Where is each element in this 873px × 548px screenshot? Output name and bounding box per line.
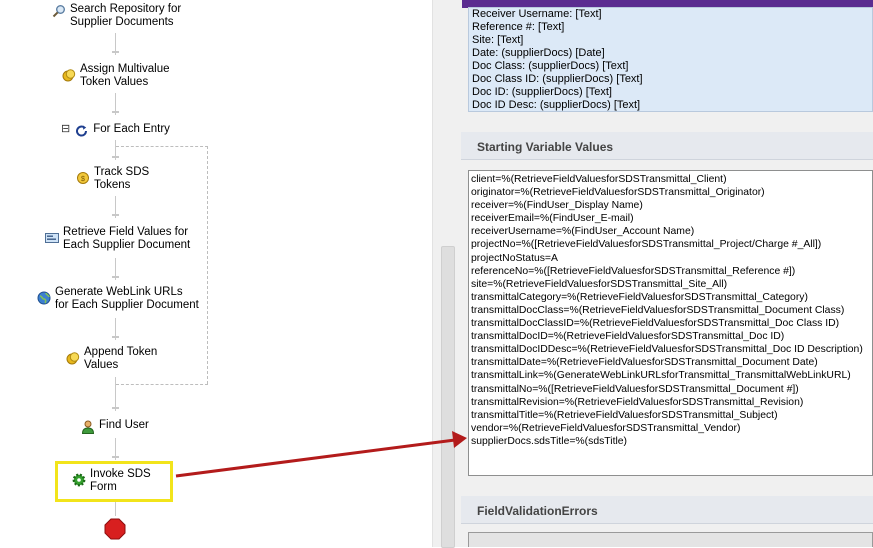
starting-variables-textarea[interactable]: client=%(RetrieveFieldValuesforSDSTransm…: [468, 170, 873, 476]
field-validation-errors-box[interactable]: [468, 532, 873, 547]
stop-icon[interactable]: [104, 518, 126, 540]
step-label: Find User: [99, 419, 149, 431]
variable-line: transmittalTitle=%(RetrieveFieldValuesfo…: [471, 409, 778, 421]
scrollbar-thumb[interactable]: [441, 246, 455, 548]
token-coin-icon: $: [76, 171, 90, 185]
connector: [115, 377, 116, 411]
step-track-sds-tokens[interactable]: $ Track SDS Tokens: [76, 166, 149, 192]
variable-line: supplierDocs.sdsTitle=%(sdsTitle): [471, 435, 628, 447]
connector-tick: [112, 51, 119, 53]
variable-line: receiver=%(FindUser_Display Name): [471, 200, 643, 212]
variable-line: transmittalDocClassID=%(RetrieveFieldVal…: [471, 318, 840, 330]
connector-tick: [112, 456, 119, 458]
loop-bracket-top: [116, 146, 208, 147]
step-find-user[interactable]: Find User: [81, 419, 149, 434]
weblink-globe-icon: [37, 291, 51, 305]
field-item: Doc Class: (supplierDocs) [Text]: [472, 60, 629, 72]
step-assign-multivalue-tokens[interactable]: Assign Multivalue Token Values: [62, 63, 169, 89]
loop-bracket-right: [207, 146, 208, 384]
step-label: Track SDS Tokens: [94, 166, 150, 191]
field-item: Date: (supplierDocs) [Date]: [472, 47, 605, 59]
step-append-token-values[interactable]: Append Token Values: [66, 346, 157, 372]
workflow-designer: Search Repository for Supplier Documents…: [0, 0, 430, 547]
step-label: Generate WebLink URLs for Each Supplier …: [55, 286, 199, 311]
variable-line: transmittalLink=%(GenerateWebLinkURLsfor…: [471, 370, 851, 382]
variable-line: client=%(RetrieveFieldValuesforSDSTransm…: [471, 174, 727, 185]
connector-tick: [112, 111, 119, 113]
connector-tick: [112, 336, 119, 338]
token-coin-icon: [62, 68, 76, 82]
variable-line: projectNoStatus=A: [471, 252, 558, 264]
field-item: Doc ID: (supplierDocs) [Text]: [472, 86, 612, 98]
variable-line: receiverEmail=%(FindUser_E-mail): [471, 213, 634, 225]
field-item: Site: [Text]: [472, 34, 524, 46]
loop-bracket-bottom: [116, 384, 208, 385]
highlight-box: [55, 461, 173, 502]
step-label: Assign Multivalue Token Values: [80, 63, 170, 88]
variable-line: site=%(RetrieveFieldValuesforSDSTransmit…: [471, 278, 728, 290]
step-label: Append Token Values: [84, 346, 158, 371]
loop-icon: [75, 124, 89, 138]
variable-line: receiverUsername=%(FindUser_Account Name…: [471, 226, 695, 238]
field-validation-errors-header: FieldValidationErrors: [461, 496, 873, 524]
variable-line: projectNo=%([RetrieveFieldValuesforSDSTr…: [471, 239, 822, 251]
connector: [115, 502, 116, 516]
variable-line: transmittalDocClass=%(RetrieveFieldValue…: [471, 304, 845, 316]
connector-tick: [112, 214, 119, 216]
variable-line: vendor=%(RetrieveFieldValuesforSDSTransm…: [471, 422, 741, 434]
connector-tick: [112, 156, 119, 158]
step-label: Search Repository for Supplier Documents: [70, 3, 182, 28]
variable-line: transmittalRevision=%(RetrieveFieldValue…: [471, 396, 804, 408]
user-icon: [81, 420, 95, 434]
token-coin-icon: [66, 351, 80, 365]
variable-line: transmittalNo=%([RetrieveFieldValuesforS…: [471, 383, 799, 395]
connector-tick: [112, 276, 119, 278]
variable-line: originator=%(RetrieveFieldValuesforSDSTr…: [471, 187, 765, 199]
field-item: Receiver Username: [Text]: [472, 8, 602, 20]
step-search-repository[interactable]: Search Repository for Supplier Documents: [52, 3, 181, 29]
variable-line: transmittalCategory=%(RetrieveFieldValue…: [471, 291, 808, 303]
starting-variables-header: Starting Variable Values: [461, 132, 873, 160]
field-item: Doc ID Desc: (supplierDocs) [Text]: [472, 99, 641, 111]
field-item: Doc Class ID: (supplierDocs) [Text]: [472, 73, 643, 85]
variable-line: referenceNo=%([RetrieveFieldValuesforSDS…: [471, 265, 796, 277]
step-for-each-entry[interactable]: ⊟ For Each Entry: [61, 123, 170, 138]
step-retrieve-field-values[interactable]: Retrieve Field Values for Each Supplier …: [45, 226, 190, 252]
step-generate-weblink-urls[interactable]: Generate WebLink URLs for Each Supplier …: [37, 286, 199, 312]
variable-line: transmittalDate=%(RetrieveFieldValuesfor…: [471, 357, 818, 369]
form-field-list: Receiver Username: [Text] Reference #: […: [468, 7, 873, 112]
variable-line: transmittalDocIDDesc=%(RetrieveFieldValu…: [471, 344, 863, 356]
variable-line: transmittalDocID=%(RetrieveFieldValuesfo…: [471, 331, 785, 343]
step-label: Retrieve Field Values for Each Supplier …: [63, 226, 191, 251]
field-item: Reference #: [Text]: [472, 21, 565, 33]
connector-tick: [112, 407, 119, 409]
search-icon: [52, 4, 66, 18]
field-values-icon: [45, 231, 59, 245]
step-label: For Each Entry: [93, 123, 170, 135]
collapse-toggle[interactable]: ⊟: [61, 123, 70, 136]
svg-text:$: $: [81, 176, 85, 183]
